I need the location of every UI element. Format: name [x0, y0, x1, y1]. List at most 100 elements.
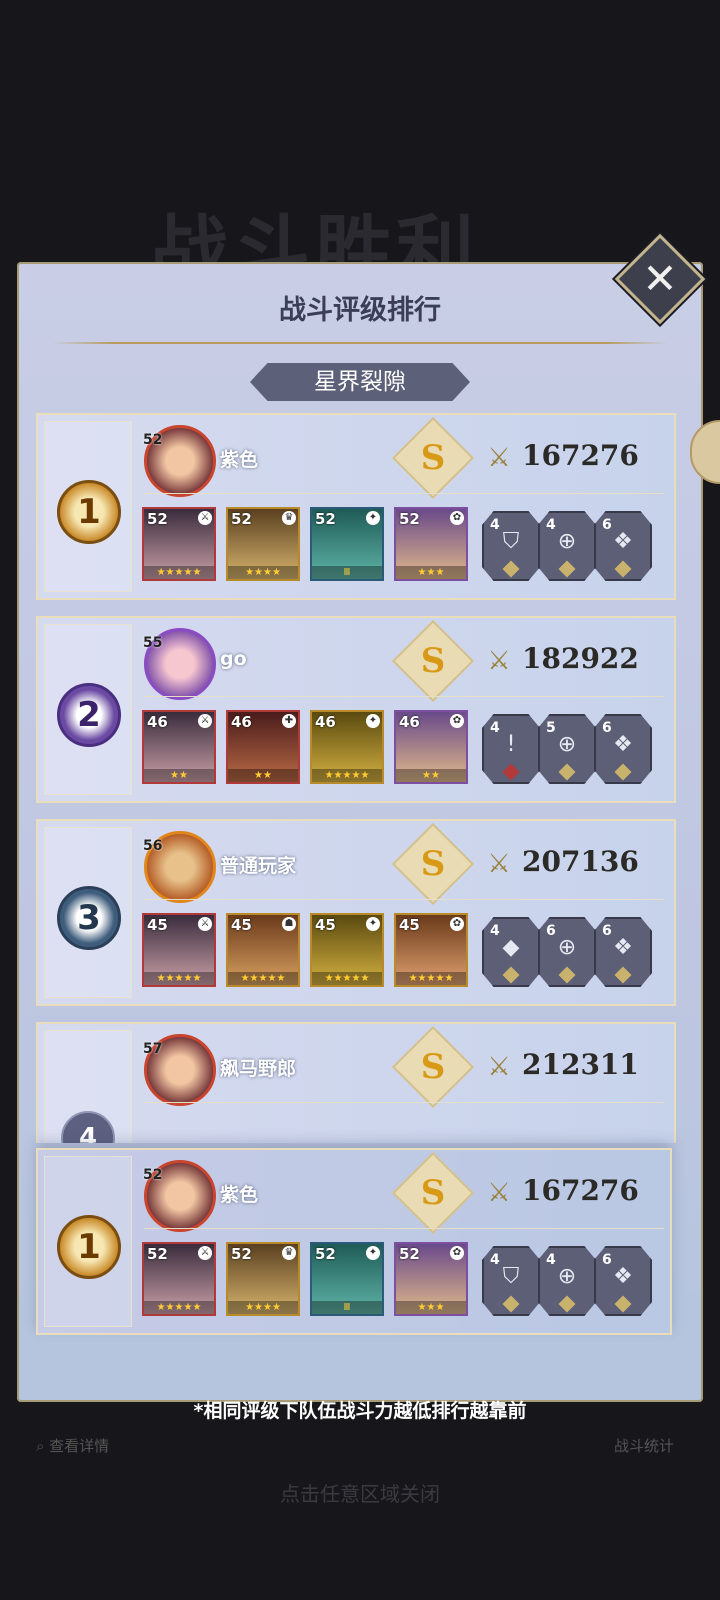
rank-column: 3 [44, 827, 132, 998]
hero-level: 52 [315, 1245, 336, 1263]
ranking-row[interactable]: 2 55 go S ⚔ 182922 46 ⚔ ★★ 46 ✚ ★★ 46 ✦ ★★★★★ … [36, 616, 676, 803]
star-rating: ★★★★★ [228, 972, 298, 985]
hero-card[interactable]: 52 ✦ Ⅲ [310, 1242, 384, 1316]
ranking-list[interactable]: 1 52 紫色 S ⚔ 167276 52 ⚔ ★★★★★ 52 ♛ ★★★★ 52 ✦ Ⅲ… [36, 413, 686, 1143]
star-rating: ★★★★ [228, 566, 298, 579]
grade-badge: S [391, 619, 475, 703]
subtab-astral-rift[interactable]: 星界裂隙 [250, 363, 470, 401]
class-icon: ✿ [450, 714, 464, 728]
ranking-row[interactable]: 3 56 普通玩家 S ⚔ 207136 45 ⚔ ★★★★★ 45 ☗ ★★★★★ 4… [36, 819, 676, 1006]
rank-badge: 4 [61, 1111, 115, 1143]
hero-card[interactable]: 52 ✿ ★★★ [394, 507, 468, 581]
hero-card[interactable]: 46 ✦ ★★★★★ [310, 710, 384, 784]
title-divider [52, 342, 668, 344]
star-rating: ★★ [228, 769, 298, 782]
player-avatar[interactable]: 52 [143, 1160, 216, 1232]
grade-letter: S [420, 1173, 446, 1213]
gem-rune-icon: ◆ [502, 935, 520, 960]
hero-card[interactable]: 46 ⚔ ★★ [142, 710, 216, 784]
rune-slot[interactable]: 6 ❖ [594, 917, 652, 987]
class-icon: ⚔ [198, 1246, 212, 1260]
hero-card[interactable]: 45 ✦ ★★★★★ [310, 913, 384, 987]
hero-card[interactable]: 52 ⚔ ★★★★★ [142, 1242, 216, 1316]
hero-level: 45 [231, 916, 252, 934]
crossed-swords-icon: ⚔ [487, 849, 511, 879]
class-icon: ♛ [282, 1246, 296, 1260]
star-rating: ★★★★★ [396, 972, 466, 985]
hero-level: 45 [399, 916, 420, 934]
rune-gem [502, 560, 520, 578]
hero-card[interactable]: 52 ♛ ★★★★ [226, 1242, 300, 1316]
hero-card[interactable]: 52 ♛ ★★★★ [226, 507, 300, 581]
tap-to-close-hint[interactable]: 点击任意区域关闭 [0, 1478, 720, 1507]
player-name: 飙马野郎 [220, 1058, 297, 1080]
shield-rune-icon: ⛉ [502, 1264, 520, 1289]
combat-power: 207136 [522, 845, 639, 878]
player-name: 紫色 [220, 1184, 259, 1206]
rune-slot[interactable]: 4 ⊕ [538, 511, 596, 581]
hero-card[interactable]: 45 ✿ ★★★★★ [394, 913, 468, 987]
rank-column: 2 [44, 624, 132, 795]
hero-level: 52 [231, 510, 252, 528]
rune-gem [614, 763, 632, 781]
player-avatar[interactable]: 57 [143, 1034, 216, 1106]
avatar-level: 57 [143, 1041, 163, 1057]
avatar-level: 55 [143, 635, 163, 651]
grade-letter: S [420, 641, 446, 681]
hero-level: 46 [399, 713, 420, 731]
combat-power: 212311 [522, 1048, 639, 1081]
hero-card[interactable]: 46 ✿ ★★ [394, 710, 468, 784]
star-rating: ★★★★★ [312, 972, 382, 985]
hero-level: 52 [147, 1245, 168, 1263]
star-rating: ★★★★★ [312, 769, 382, 782]
player-avatar[interactable]: 52 [143, 425, 216, 497]
my-ranking-row[interactable]: 1 52 紫色 S ⚔ 167276 52 ⚔ ★★★★★ 52 ♛ ★★★★ 52 ✦ Ⅲ… [36, 1148, 672, 1335]
player-name: 紫色 [220, 449, 259, 471]
hero-card[interactable]: 45 ⚔ ★★★★★ [142, 913, 216, 987]
rune-gem [502, 1295, 520, 1313]
rune-slot[interactable]: 4 ◆ [482, 917, 540, 987]
rank-column: 1 [44, 421, 132, 592]
class-icon: ✦ [366, 511, 380, 525]
crest-rune-icon: ❖ [613, 529, 633, 554]
class-icon: ✦ [366, 917, 380, 931]
hero-card[interactable]: 52 ✦ Ⅲ [310, 507, 384, 581]
class-icon: ♛ [282, 511, 296, 525]
hero-level: 52 [399, 510, 420, 528]
player-avatar[interactable]: 56 [143, 831, 216, 903]
hero-card[interactable]: 52 ✿ ★★★ [394, 1242, 468, 1316]
player-avatar[interactable]: 55 [143, 628, 216, 700]
rune-slot[interactable]: 6 ❖ [594, 714, 652, 784]
rune-slot[interactable]: 4 ⛉ [482, 1246, 540, 1316]
ranking-row[interactable]: 4 57 飙马野郎 S ⚔ 212311 [36, 1022, 676, 1143]
hero-level: 46 [231, 713, 252, 731]
sigil-rune-icon: ⊕ [557, 1264, 577, 1289]
view-details-button[interactable]: ⌕ 查看详情 [36, 1435, 109, 1456]
hero-level: 52 [399, 1245, 420, 1263]
player-name: 普通玩家 [220, 855, 297, 877]
ranking-row[interactable]: 1 52 紫色 S ⚔ 167276 52 ⚔ ★★★★★ 52 ♛ ★★★★ 52 ✦ Ⅲ… [36, 413, 676, 600]
combat-power: 167276 [522, 1174, 639, 1207]
star-rating: ★★★ [396, 566, 466, 579]
rune-gem [558, 966, 576, 984]
rune-slot[interactable]: 4 ⊕ [538, 1246, 596, 1316]
rune-slot[interactable]: 5 ⊕ [538, 714, 596, 784]
class-icon: ⚔ [198, 511, 212, 525]
player-name: go [220, 648, 247, 670]
hero-card[interactable]: 45 ☗ ★★★★★ [226, 913, 300, 987]
rank-badge: 3 [57, 886, 121, 950]
rune-slot[interactable]: 4! [482, 714, 540, 784]
hero-card[interactable]: 46 ✚ ★★ [226, 710, 300, 784]
class-icon: ✿ [450, 511, 464, 525]
rune-slot[interactable]: 6 ❖ [594, 1246, 652, 1316]
row-divider [144, 696, 664, 697]
rune-slot[interactable]: 6 ❖ [594, 511, 652, 581]
rune-slot[interactable]: 4 ⛉ [482, 511, 540, 581]
hero-card[interactable]: 52 ⚔ ★★★★★ [142, 507, 216, 581]
rune-slot[interactable]: 6 ⊕ [538, 917, 596, 987]
view-details-label: 查看详情 [49, 1437, 110, 1455]
grade-letter: S [420, 438, 446, 478]
battle-stats-button[interactable]: 战斗统计 [614, 1435, 674, 1456]
sigil-rune-icon: ⊕ [557, 935, 577, 960]
grade-letter: S [420, 1047, 446, 1087]
